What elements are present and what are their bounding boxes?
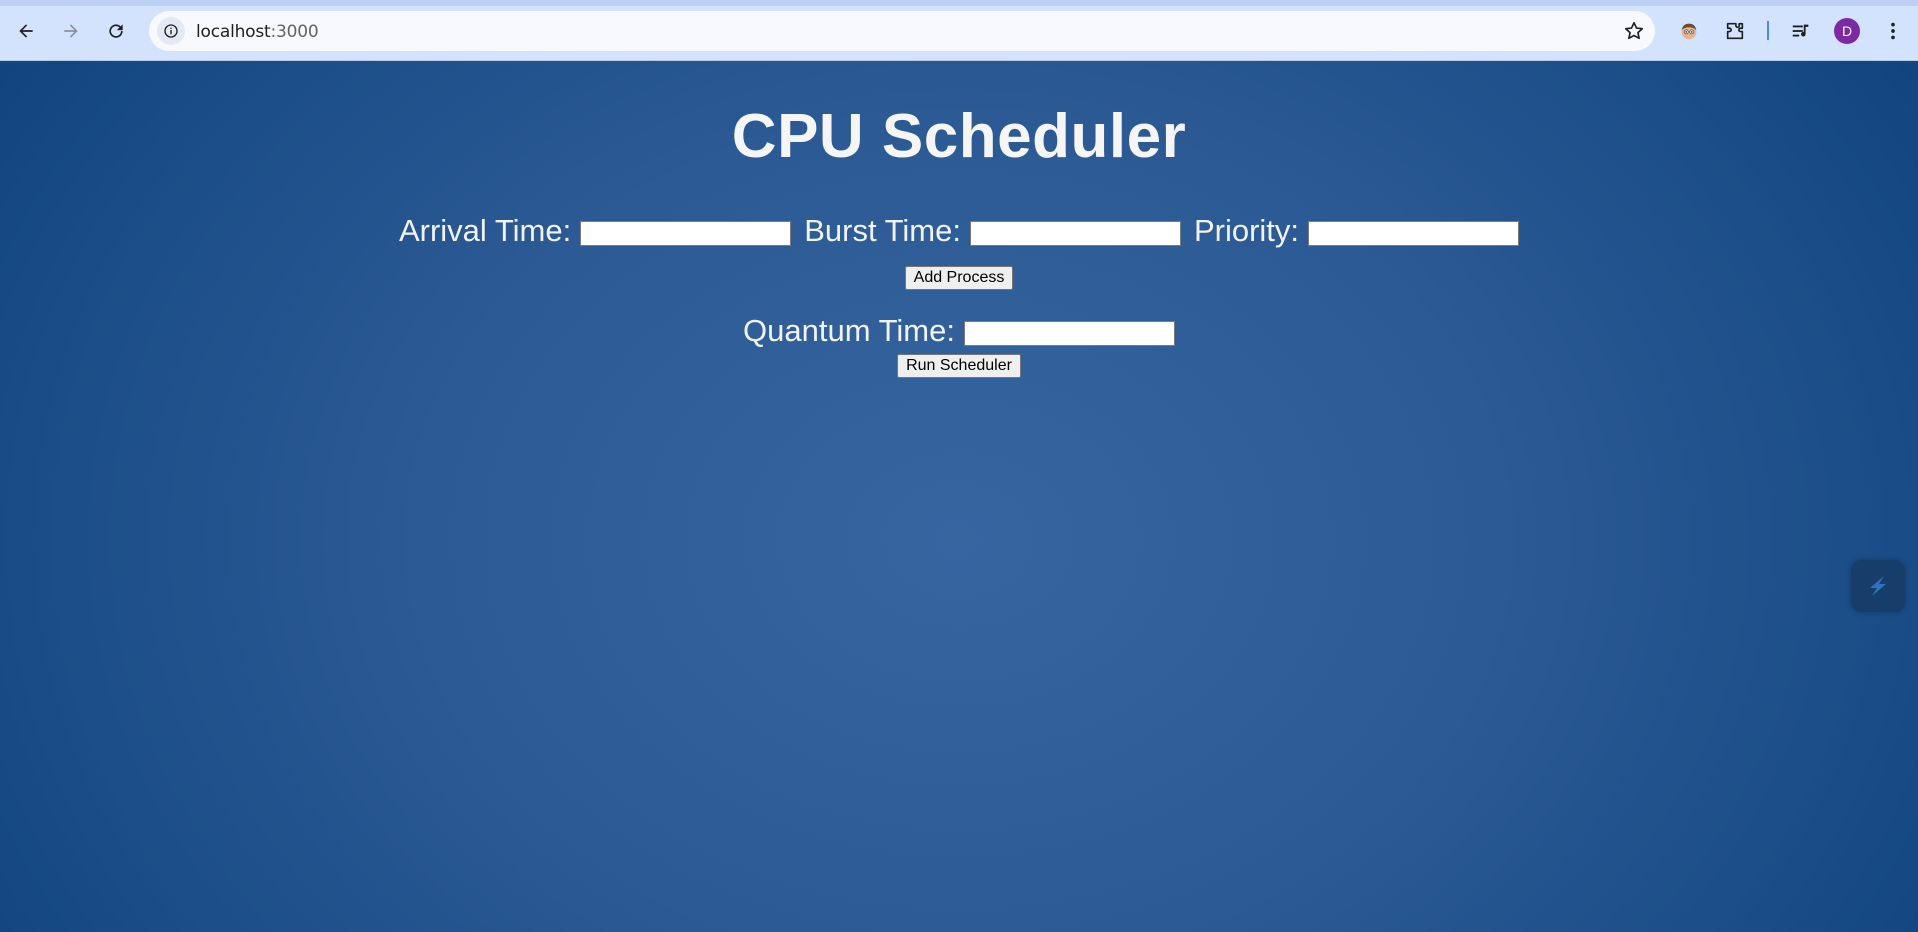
process-input-row: Arrival Time: Burst Time: Priority:: [0, 213, 1918, 249]
run-scheduler-row: Run Scheduler: [0, 354, 1918, 378]
quantum-input-row: Quantum Time:: [0, 313, 1918, 349]
back-button[interactable]: [9, 14, 43, 48]
floating-extension-button[interactable]: [1851, 560, 1905, 612]
site-info-button[interactable]: [157, 17, 185, 45]
browser-toolbar: localhost:3000 D: [0, 0, 1918, 61]
reload-icon: [109, 24, 123, 38]
arrival-time-label: Arrival Time:: [398, 213, 572, 248]
tab-strip: [0, 0, 1918, 6]
browser-menu-button[interactable]: [1876, 14, 1910, 48]
run-scheduler-button[interactable]: Run Scheduler: [897, 354, 1021, 378]
media-control-button[interactable]: [1784, 14, 1818, 48]
more-vert-icon: [1891, 22, 1895, 40]
quantum-time-input[interactable]: [963, 320, 1175, 346]
profile-avatar[interactable]: D: [1834, 18, 1860, 44]
playlist-icon: [1792, 24, 1809, 37]
add-process-row: Add Process: [0, 266, 1918, 290]
toolbar-divider: [1767, 21, 1769, 40]
url-port: :3000: [270, 22, 319, 42]
priority-label: Priority:: [1193, 213, 1300, 248]
url-text[interactable]: localhost:3000: [196, 22, 319, 42]
url-host: localhost: [196, 22, 271, 42]
burst-time-input[interactable]: [969, 220, 1181, 246]
reload-button[interactable]: [99, 14, 133, 48]
extension-face-icon: [1681, 23, 1697, 40]
arrival-time-input[interactable]: [580, 220, 792, 246]
arrow-right-icon: [64, 24, 78, 38]
puzzle-icon: [1726, 22, 1744, 40]
arrow-left-icon: [19, 24, 33, 38]
page-viewport: CPU Scheduler Arrival Time: Burst Time: …: [0, 61, 1918, 932]
forward-button[interactable]: [54, 14, 88, 48]
page-title: CPU Scheduler: [731, 102, 1187, 171]
priority-input[interactable]: [1308, 220, 1520, 246]
info-icon: [164, 24, 178, 38]
bolt-logo-icon: [1870, 576, 1886, 596]
burst-time-label: Burst Time:: [804, 213, 961, 248]
bookmark-star-icon[interactable]: [1623, 20, 1645, 42]
extension-avatar-button[interactable]: [1672, 14, 1706, 48]
add-process-button[interactable]: Add Process: [904, 266, 1014, 290]
extensions-button[interactable]: [1718, 14, 1752, 48]
address-bar[interactable]: localhost:3000: [149, 11, 1655, 51]
quantum-time-label: Quantum Time:: [743, 313, 955, 348]
